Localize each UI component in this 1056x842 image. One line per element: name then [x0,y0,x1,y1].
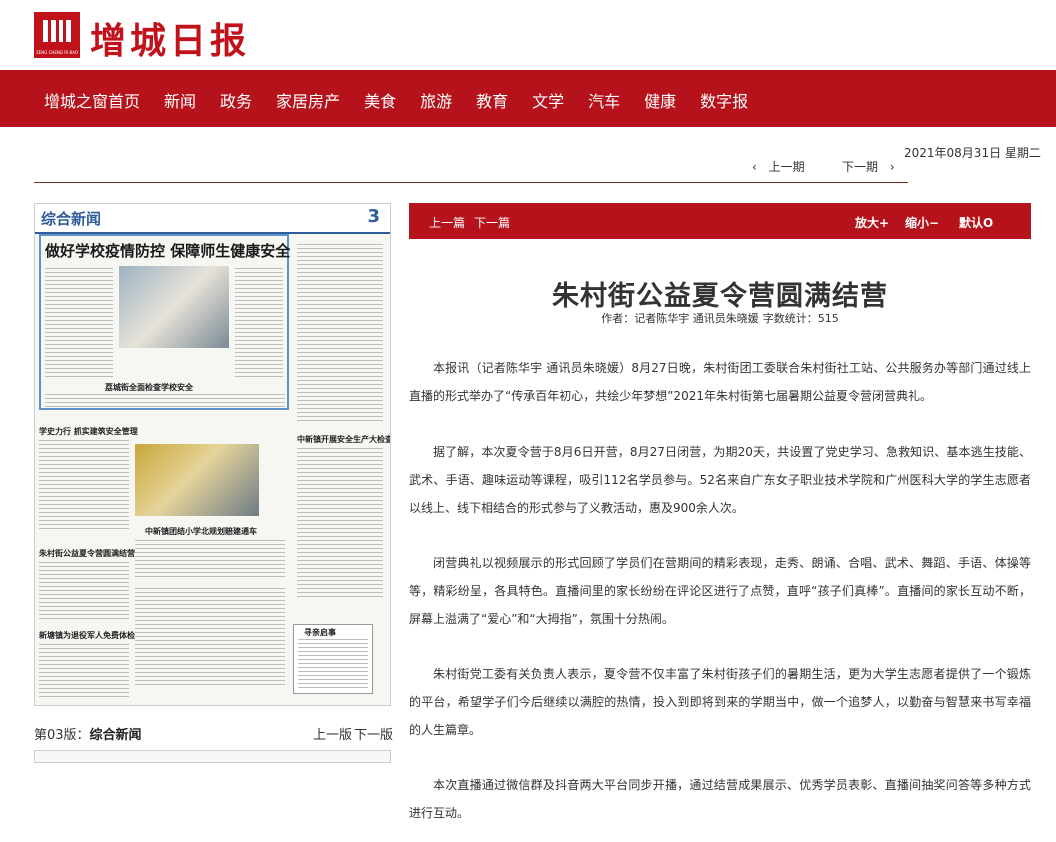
text-block [45,268,113,378]
prev-issue-link[interactable]: ‹ 上一期 [752,158,805,175]
page-caption-prefix: 第03版： [34,728,90,743]
thumbnail-subhead[interactable]: 朱村街公益夏令营圆满结营 [39,548,135,559]
next-issue-link[interactable]: 下一期 › [842,158,895,175]
article-title: 朱村街公益夏令营圆满结营 [552,281,888,312]
divider [34,182,908,183]
enlarge-font-button[interactable]: 放大+ [855,214,889,231]
thumbnail-subhead[interactable]: 中新镇开展安全生产大检查行动 [297,434,390,445]
article-paragraph: 本报讯（记者陈华宇 通讯员朱晓媛）8月27日晚，朱村街团工委联合朱村街社工站、公… [409,361,1031,403]
article-paragraph: 本次直播通过微信群及抖音两大平台同步开播，通过结营成果展示、优秀学员表彰、直播间… [409,778,1031,820]
main-nav: 增城之窗首页 新闻 政务 家居房产 美食 旅游 教育 文学 汽车 健康 数字报 [0,70,1056,127]
text-block [39,440,129,530]
thumbnail-section-name: 综合新闻 [41,210,102,228]
default-font-button[interactable]: 默认O [959,214,993,231]
next-issue-label: 下一期 [842,160,879,174]
text-block [45,394,285,408]
article-toolbar: 上一篇 下一篇 放大+ 缩小− 默认O [409,203,1031,239]
article-paragraph: 闭营典礼以视频展示的形式回顾了学员们在营期间的精彩表现，走秀、朗诵、合唱、武术、… [409,556,1031,626]
text-block [135,588,285,688]
article-byline: 作者：记者陈华宇 通讯员朱晓媛 字数统计：515 [409,310,1031,326]
issue-date: 2021年08月31日 星期二 [904,146,1041,160]
notice-box[interactable]: 寻亲启事 [293,624,373,694]
nav-item-home[interactable]: 增城之窗首页 [44,88,140,112]
nav-item-home-property[interactable]: 家居房产 [276,88,340,112]
thumbnail-subhead[interactable]: 新塘镇为退役军人免费体检 [39,630,135,641]
text-block [235,268,283,378]
text-block [39,644,129,700]
article-paragraph: 据了解，本次夏令营于8月6日开营，8月27日闭营，为期20天，共设置了党史学习、… [409,445,1031,515]
site-header: ZENG CHENG RI BAO 增城日报 [0,0,1056,70]
nav-item-travel[interactable]: 旅游 [420,88,452,112]
text-block [297,244,383,424]
next-page-link[interactable]: 下一版 [354,724,393,743]
article-paragraph: 朱村街党工委有关负责人表示，夏令营不仅丰富了朱村街孩子们的暑期生活，更为大学生志… [409,667,1031,737]
page-caption-section: 综合新闻 [89,728,142,743]
text-block [39,562,129,622]
shrink-font-button[interactable]: 缩小− [905,214,939,231]
chevron-right-icon: › [889,160,895,174]
thumbnail-photo [135,444,259,516]
prev-issue-label: 上一期 [768,160,805,174]
thumbnail-subhead[interactable]: 荔城街全面检查学校安全 [105,382,193,393]
thumbnail-photo [119,266,229,348]
thumbnail-header-band: 综合新闻 3 [35,204,390,234]
logo-icon[interactable]: ZENG CHENG RI BAO [34,12,80,58]
nav-item-government[interactable]: 政务 [220,88,252,112]
nav-item-food[interactable]: 美食 [364,88,396,112]
thumbnail-scroll-bar[interactable] [34,750,391,763]
nav-item-news[interactable]: 新闻 [164,88,196,112]
article-author: 作者：记者陈华宇 通讯员朱晓媛 [601,312,759,325]
article-word-count: 字数统计：515 [762,312,839,325]
nav-item-literature[interactable]: 文学 [532,88,564,112]
logo-small-text: ZENG CHENG RI BAO [35,50,79,55]
thumbnail-subhead[interactable]: 中新镇团结小学北规划赔建通车 [145,526,257,537]
nav-item-health[interactable]: 健康 [644,88,676,112]
text-block [135,540,285,580]
page-caption: 第03版：综合新闻 [34,724,142,743]
notice-title: 寻亲启事 [304,628,336,637]
page-thumbnail[interactable]: 综合新闻 3 做好学校疫情防控 保障师生健康安全 荔城街全面检查学校安全 中新镇… [34,203,391,706]
nav-item-education[interactable]: 教育 [476,88,508,112]
prev-article-link[interactable]: 上一篇 [429,214,465,231]
text-block [298,639,368,689]
logo-text[interactable]: 增城日报 [90,12,250,64]
thumbnail-page-number: 3 [367,206,380,227]
prev-page-link[interactable]: 上一版 [313,724,352,743]
chevron-left-icon: ‹ [752,160,757,174]
nav-item-auto[interactable]: 汽车 [588,88,620,112]
next-article-link[interactable]: 下一篇 [474,214,510,231]
thumbnail-headline[interactable]: 做好学校疫情防控 保障师生健康安全 [45,240,290,261]
nav-item-digital-paper[interactable]: 数字报 [700,88,748,112]
text-block [297,448,383,598]
thumbnail-subhead[interactable]: 学史力行 抓实建筑安全管理 [39,426,138,437]
